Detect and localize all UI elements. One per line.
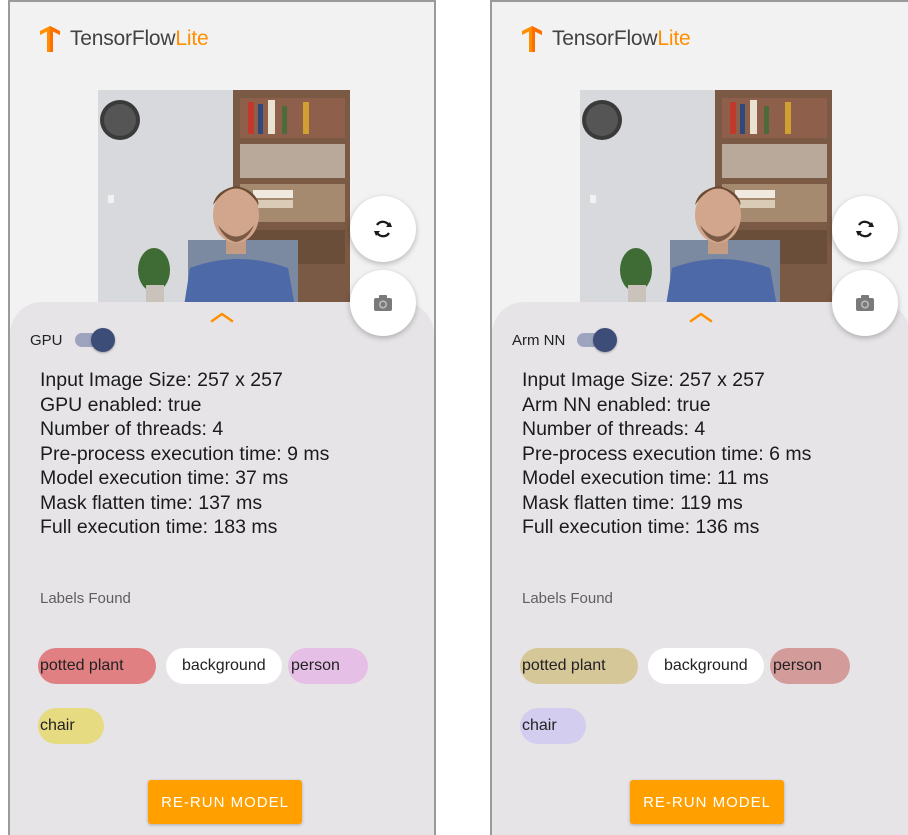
label-chip: chair xyxy=(520,708,586,744)
stat-preprocess-time: Pre-process execution time: 6 ms xyxy=(522,442,812,465)
delegate-toggle-switch[interactable] xyxy=(577,328,618,352)
tensorflow-logo-icon xyxy=(522,26,542,52)
refresh-icon xyxy=(374,220,392,238)
label-chip: chair xyxy=(38,708,104,744)
toggle-thumb xyxy=(593,328,618,352)
stats-panel: Input Image Size: 257 x 257 GPU enabled:… xyxy=(40,368,329,540)
label-chip: person xyxy=(288,648,368,684)
rerun-model-button[interactable]: RE-RUN MODEL xyxy=(630,780,784,824)
toggle-thumb xyxy=(90,328,115,352)
stat-model-time: Model execution time: 37 ms xyxy=(40,467,289,489)
delegate-toggle-switch[interactable] xyxy=(74,328,115,352)
label-chip: background xyxy=(166,648,282,684)
delegate-toggle-label: GPU xyxy=(30,331,63,349)
brand-name-main: TensorFlow xyxy=(552,27,658,50)
phone-screen-gpu: TensorFlowLite GPU Input Image Size: 257… xyxy=(8,0,436,835)
refresh-icon xyxy=(856,220,874,238)
chevron-up-icon[interactable] xyxy=(210,310,234,324)
phone-screen-armnn: TensorFlowLite Arm NN Input Image Size: … xyxy=(490,0,908,835)
tensorflow-logo-icon xyxy=(40,26,60,52)
delegate-toggle-row: Arm NN xyxy=(512,328,618,352)
brand-name-accent: Lite xyxy=(175,27,209,50)
labels-found-heading: Labels Found xyxy=(522,590,613,607)
stat-model-time: Model execution time: 11 ms xyxy=(522,467,769,489)
capture-button[interactable] xyxy=(832,270,898,336)
brand-name-accent: Lite xyxy=(657,27,691,50)
bottom-sheet: Arm NN Input Image Size: 257 x 257 Arm N… xyxy=(492,302,908,835)
camera-icon xyxy=(374,295,392,311)
chevron-up-icon[interactable] xyxy=(689,310,713,324)
brand-name-main: TensorFlow xyxy=(70,27,176,50)
stat-input-size: Input Image Size: 257 x 257 xyxy=(522,369,765,391)
stats-panel: Input Image Size: 257 x 257 Arm NN enabl… xyxy=(522,368,811,540)
switch-camera-button[interactable] xyxy=(832,196,898,262)
rerun-model-button[interactable]: RE-RUN MODEL xyxy=(148,780,302,824)
label-chip: potted plant xyxy=(38,648,156,684)
stat-mask-time: Mask flatten time: 137 ms xyxy=(40,491,263,514)
stat-full-time: Full execution time: 183 ms xyxy=(40,516,278,538)
capture-button[interactable] xyxy=(350,270,416,336)
stat-delegate-enabled: GPU enabled: true xyxy=(40,393,202,416)
brand-title: TensorFlowLite xyxy=(70,27,209,51)
stat-full-time: Full execution time: 136 ms xyxy=(522,516,760,538)
label-chip: potted plant xyxy=(520,648,638,684)
app-header: TensorFlowLite xyxy=(38,24,209,54)
delegate-toggle-row: GPU xyxy=(30,328,115,352)
camera-preview xyxy=(98,90,350,312)
camera-icon xyxy=(856,295,874,311)
stat-threads: Number of threads: 4 xyxy=(522,418,706,440)
stat-threads: Number of threads: 4 xyxy=(40,418,224,440)
stat-preprocess-time: Pre-process execution time: 9 ms xyxy=(40,442,330,465)
delegate-toggle-label: Arm NN xyxy=(512,331,566,349)
stat-delegate-enabled: Arm NN enabled: true xyxy=(522,393,711,416)
camera-preview xyxy=(580,90,832,312)
bottom-sheet: GPU Input Image Size: 257 x 257 GPU enab… xyxy=(10,302,434,835)
brand-title: TensorFlowLite xyxy=(552,27,691,51)
label-chip: person xyxy=(770,648,850,684)
label-chip: background xyxy=(648,648,764,684)
stat-input-size: Input Image Size: 257 x 257 xyxy=(40,369,283,391)
stat-mask-time: Mask flatten time: 119 ms xyxy=(522,491,743,514)
app-header: TensorFlowLite xyxy=(520,24,691,54)
labels-found-heading: Labels Found xyxy=(40,590,131,607)
switch-camera-button[interactable] xyxy=(350,196,416,262)
